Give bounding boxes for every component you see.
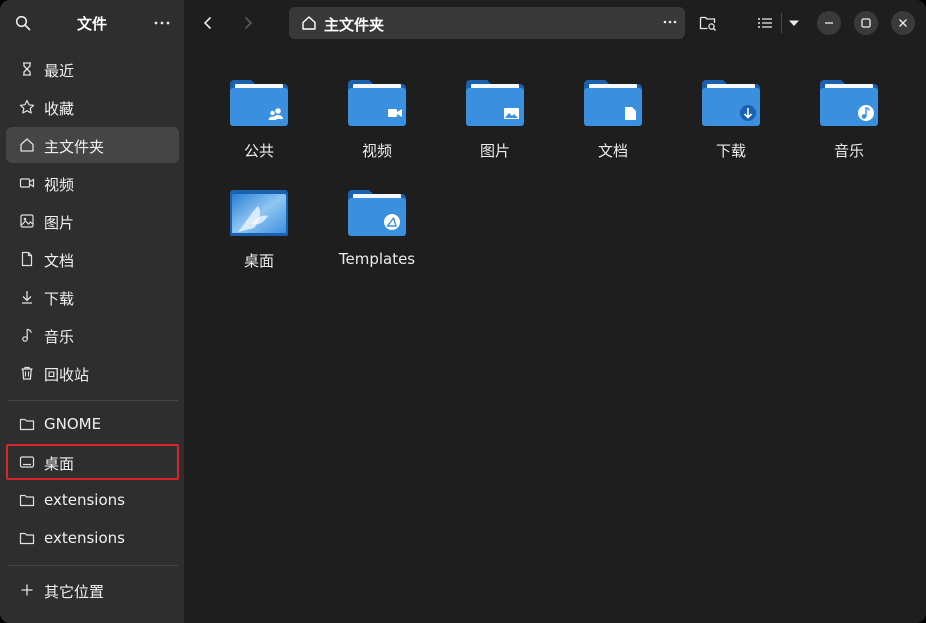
sidebar-item-recent[interactable]: 最近 — [6, 51, 179, 87]
sidebar-item-pictures[interactable]: 图片 — [6, 203, 179, 239]
folder-icon — [19, 492, 35, 508]
music-icon — [19, 327, 35, 343]
file-name: 图片 — [479, 142, 510, 160]
file-item-documents[interactable]: 文档 — [563, 78, 663, 161]
home-icon — [19, 137, 35, 153]
plus-icon — [19, 582, 35, 598]
sidebar-item-label: 最近 — [44, 62, 75, 80]
sidebar-item-label: 主文件夹 — [44, 138, 105, 156]
file-name: 公共 — [243, 142, 274, 160]
sidebar-separator — [8, 400, 178, 401]
video-icon — [19, 175, 35, 191]
document-icon — [19, 251, 35, 267]
drive-icon — [19, 454, 35, 470]
chevron-right-icon — [244, 16, 253, 30]
sidebar-item-trash[interactable]: 回收站 — [6, 355, 179, 391]
sidebar-item-videos[interactable]: 视频 — [6, 165, 179, 201]
folder-search-icon — [699, 16, 716, 31]
content-area: 主文件夹 公共 视频 图片 文档 下载 音乐 桌面 Templates — [184, 0, 926, 623]
sidebar-item-documents[interactable]: 文档 — [6, 241, 179, 277]
image-icon — [19, 213, 35, 229]
sidebar-item-label: GNOME — [44, 415, 102, 433]
folder-templates-icon — [348, 190, 406, 236]
file-name: 桌面 — [243, 252, 274, 270]
minimize-button[interactable] — [817, 11, 841, 35]
sidebar-item-label: 视频 — [44, 176, 75, 194]
toolbar-divider — [781, 13, 782, 33]
sidebar-item-label: extensions — [44, 491, 125, 509]
sidebar-item-extensions[interactable]: extensions — [6, 482, 179, 518]
maximize-button[interactable] — [854, 11, 878, 35]
close-icon — [899, 19, 907, 27]
sidebar-item-desktop[interactable]: 桌面 — [6, 444, 179, 480]
file-name: 音乐 — [833, 142, 864, 160]
sidebar-item-label: 桌面 — [44, 455, 75, 473]
star-icon — [19, 99, 35, 115]
sidebar-item-other-locations[interactable]: 其它位置 — [6, 572, 179, 608]
sidebar-item-label: 其它位置 — [44, 583, 105, 601]
search-folder-button[interactable] — [695, 11, 721, 35]
folder-public-icon — [230, 80, 288, 126]
download-icon — [19, 289, 35, 305]
file-manager-window: 文件 最近 收藏 主文件夹 视频 图片 文档 下载 音乐 回收站 GNOME 桌… — [0, 0, 926, 623]
sidebar-header: 文件 — [0, 0, 184, 46]
folder-documents-icon — [584, 80, 642, 126]
clock-icon — [19, 61, 35, 77]
header-bar: 主文件夹 — [184, 0, 926, 46]
chevron-down-icon — [789, 20, 799, 26]
path-menu-icon[interactable] — [663, 14, 677, 34]
list-view-icon — [758, 18, 772, 28]
sidebar-menu-icon[interactable] — [150, 12, 174, 34]
sidebar-item-label: 回收站 — [44, 366, 90, 384]
file-item-music[interactable]: 音乐 — [799, 78, 899, 161]
sidebar-separator — [8, 565, 178, 566]
path-bar[interactable]: 主文件夹 — [289, 7, 685, 39]
maximize-icon — [861, 18, 871, 28]
folder-icon — [19, 530, 35, 546]
folder-icon — [19, 416, 35, 432]
folder-videos-icon — [348, 80, 406, 126]
sidebar-item-label: 图片 — [44, 214, 75, 232]
file-item-videos[interactable]: 视频 — [327, 78, 427, 161]
sidebar-item-label: 收藏 — [44, 100, 75, 118]
back-button[interactable] — [196, 11, 220, 35]
list-view-button[interactable] — [752, 11, 778, 35]
minimize-icon — [825, 22, 833, 24]
file-item-templates[interactable]: Templates — [327, 188, 427, 268]
sidebar-item-starred[interactable]: 收藏 — [6, 89, 179, 125]
sidebar-item-downloads[interactable]: 下载 — [6, 279, 179, 315]
sidebar-item-extensions-2[interactable]: extensions — [6, 520, 179, 556]
close-button[interactable] — [891, 11, 915, 35]
file-name: Templates — [338, 250, 416, 268]
file-name: 文档 — [597, 142, 628, 160]
folder-music-icon — [820, 80, 878, 126]
sidebar-item-label: extensions — [44, 529, 125, 547]
file-item-pictures[interactable]: 图片 — [445, 78, 545, 161]
chevron-left-icon — [203, 16, 212, 30]
sidebar-item-music[interactable]: 音乐 — [6, 317, 179, 353]
home-icon — [301, 15, 317, 35]
sidebar-item-home[interactable]: 主文件夹 — [6, 127, 179, 163]
sidebar: 文件 最近 收藏 主文件夹 视频 图片 文档 下载 音乐 回收站 GNOME 桌… — [0, 0, 184, 623]
sidebar-item-label: 下载 — [44, 290, 75, 308]
folder-desktop-icon — [230, 190, 288, 236]
forward-button[interactable] — [236, 11, 260, 35]
view-options-button[interactable] — [785, 11, 803, 35]
file-name: 下载 — [715, 142, 746, 160]
folder-pictures-icon — [466, 80, 524, 126]
current-path: 主文件夹 — [324, 16, 385, 34]
file-item-downloads[interactable]: 下载 — [681, 78, 781, 161]
folder-downloads-icon — [702, 80, 760, 126]
sidebar-item-label: 音乐 — [44, 328, 75, 346]
trash-icon — [19, 365, 35, 381]
file-item-desktop[interactable]: 桌面 — [209, 188, 309, 271]
file-item-public[interactable]: 公共 — [209, 78, 309, 161]
sidebar-item-label: 文档 — [44, 252, 75, 270]
file-name: 视频 — [361, 142, 392, 160]
sidebar-item-gnome[interactable]: GNOME — [6, 406, 179, 442]
